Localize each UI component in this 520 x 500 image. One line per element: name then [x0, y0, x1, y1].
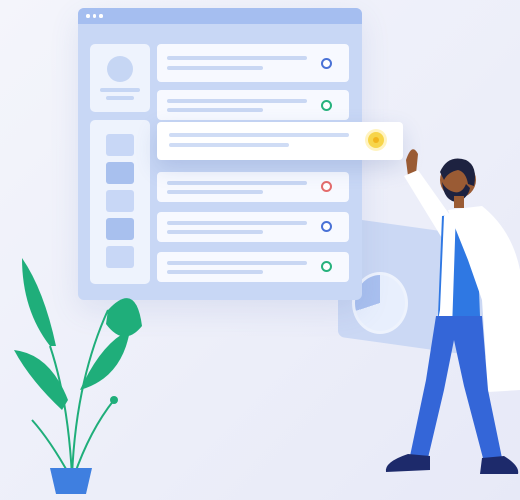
nav-item[interactable]: [106, 162, 134, 184]
list-item[interactable]: [157, 252, 349, 282]
profile-name-line: [100, 88, 140, 92]
list-item[interactable]: [157, 90, 349, 120]
status-circle-icon: [321, 261, 332, 272]
status-circle-icon: [321, 221, 332, 232]
profile-sub-line: [106, 96, 134, 100]
status-circle-icon: [321, 100, 332, 111]
nav-item[interactable]: [106, 218, 134, 240]
status-circle-icon: [321, 181, 332, 192]
status-circle-icon: [321, 58, 332, 69]
avatar: [107, 56, 133, 82]
window-dot-icon: [92, 14, 96, 18]
highlighted-list-item[interactable]: [157, 122, 403, 160]
list-item[interactable]: [157, 212, 349, 242]
list-item[interactable]: [157, 44, 349, 82]
window-dot-icon: [86, 14, 90, 18]
doctor-figure: [385, 149, 520, 474]
window-titlebar: [78, 8, 362, 24]
window-dot-icon: [99, 14, 103, 18]
nav-item[interactable]: [106, 134, 134, 156]
nav-item[interactable]: [106, 190, 134, 212]
plant-icon: [14, 258, 142, 494]
list-item[interactable]: [157, 172, 349, 202]
